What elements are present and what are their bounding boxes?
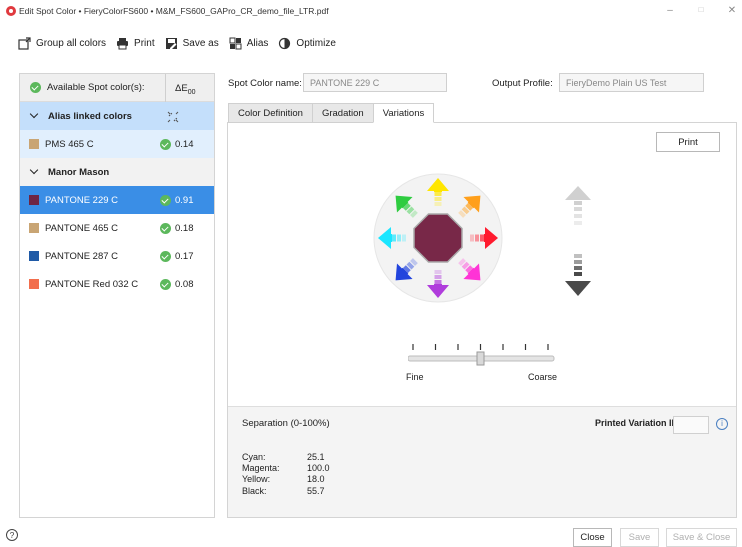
- help-icon[interactable]: ?: [6, 529, 18, 541]
- save-button[interactable]: Save: [620, 528, 659, 547]
- alias-icon: [229, 37, 242, 50]
- step-size-slider[interactable]: [408, 340, 558, 368]
- window-title: Edit Spot Color • FieryColorFS600 • M&M_…: [19, 6, 329, 16]
- lightness-arrows: [565, 186, 591, 296]
- separation-title: Separation (0-100%): [242, 418, 330, 429]
- tab-bar: Color Definition Gradation Variations: [228, 103, 435, 123]
- group-label: Alias linked colors: [48, 110, 132, 122]
- check-icon: [160, 250, 171, 262]
- color-swatch: [29, 279, 39, 289]
- check-icon: [160, 222, 171, 234]
- delta-e-value: 0.14: [160, 138, 194, 150]
- color-swatch: [29, 195, 39, 205]
- variations-wheel: [373, 173, 503, 303]
- list-item[interactable]: PANTONE 465 C 0.18: [20, 214, 214, 242]
- delta-e-value: 0.08: [160, 278, 194, 290]
- list-item[interactable]: PANTONE 287 C 0.17: [20, 242, 214, 270]
- printed-variation-id-label: Printed Variation ID:: [595, 418, 682, 428]
- optimize-label: Optimize: [296, 37, 336, 49]
- tab-color-definition[interactable]: Color Definition: [228, 103, 313, 123]
- color-name: PANTONE 229 C: [45, 194, 119, 206]
- cyan-label: Cyan:: [242, 452, 266, 462]
- save-close-button[interactable]: Save & Close: [666, 528, 737, 547]
- title-bar: Edit Spot Color • FieryColorFS600 • M&M_…: [0, 0, 742, 24]
- list-item[interactable]: PMS 465 C 0.14: [20, 130, 214, 158]
- unlink-icon[interactable]: [167, 111, 179, 126]
- color-swatch: [29, 223, 39, 233]
- print-toolbar-label: Print: [134, 37, 155, 49]
- delta-e-value: 0.91: [160, 194, 194, 206]
- printed-variation-id-input[interactable]: [673, 416, 709, 434]
- print-toolbar-button[interactable]: Print: [116, 37, 155, 50]
- color-name: PANTONE 465 C: [45, 222, 119, 234]
- output-profile-label: Output Profile:: [492, 78, 553, 89]
- cyan-value: 25.1: [307, 452, 325, 462]
- spot-color-name-label: Spot Color name:: [228, 78, 302, 89]
- list-item[interactable]: PANTONE Red 032 C 0.08: [20, 270, 214, 298]
- check-icon: [30, 82, 41, 93]
- chevron-down-icon: [30, 168, 38, 176]
- black-value: 55.7: [307, 486, 325, 496]
- info-icon[interactable]: i: [716, 418, 728, 430]
- chevron-down-icon: [30, 112, 38, 120]
- coarse-label: Coarse: [528, 372, 558, 382]
- optimize-icon: [278, 37, 291, 50]
- yellow-label: Yellow:: [242, 474, 271, 484]
- group-icon: [18, 36, 31, 50]
- color-swatch: [29, 139, 39, 149]
- printer-icon: [116, 37, 129, 50]
- check-icon: [160, 138, 171, 150]
- lighter-arrow[interactable]: [565, 186, 591, 225]
- close-window-button[interactable]: ✕: [724, 5, 740, 16]
- app-icon: [6, 6, 16, 16]
- spot-color-name-field[interactable]: PANTONE 229 C: [303, 73, 447, 92]
- alias-label: Alias: [246, 37, 269, 49]
- fine-label: Fine: [406, 372, 424, 382]
- darker-arrow[interactable]: [565, 254, 591, 296]
- magenta-label: Magenta:: [242, 463, 280, 473]
- tab-gradation[interactable]: Gradation: [311, 103, 374, 123]
- slider-thumb[interactable]: [476, 351, 485, 366]
- list-header: Available Spot color(s): ΔE00: [20, 74, 214, 102]
- group-alias-linked-colors[interactable]: Alias linked colors: [20, 102, 214, 130]
- group-all-colors-button[interactable]: Group all colors: [18, 36, 107, 50]
- magenta-value: 100.0: [307, 463, 330, 473]
- color-name: PANTONE 287 C: [45, 250, 119, 262]
- check-icon: [160, 194, 171, 206]
- group-all-colors-label: Group all colors: [36, 37, 107, 49]
- delta-e-header[interactable]: ΔE00: [175, 83, 195, 96]
- check-icon: [160, 278, 171, 290]
- close-button[interactable]: Close: [573, 528, 612, 547]
- available-spot-colors-label: Available Spot color(s):: [47, 82, 145, 93]
- color-name: PANTONE Red 032 C: [45, 278, 139, 290]
- group-label: Manor Mason: [48, 166, 110, 178]
- tab-variations[interactable]: Variations: [372, 103, 435, 123]
- optimize-button[interactable]: Optimize: [278, 37, 336, 50]
- slider-ticks: [412, 344, 549, 350]
- toolbar: Group all colors Print Save as Alias Opt…: [18, 32, 346, 54]
- delta-e-value: 0.17: [160, 250, 194, 262]
- save-as-button[interactable]: Save as: [165, 37, 219, 50]
- output-profile-field[interactable]: FieryDemo Plain US Test: [559, 73, 704, 92]
- maximize-button[interactable]: □: [693, 5, 709, 14]
- list-item[interactable]: PANTONE 229 C 0.91: [20, 186, 214, 214]
- color-name: PMS 465 C: [45, 138, 94, 150]
- header-divider: [165, 74, 166, 102]
- variations-print-button[interactable]: Print: [656, 132, 720, 152]
- group-manor-mason[interactable]: Manor Mason: [20, 158, 214, 186]
- black-label: Black:: [242, 486, 267, 496]
- alias-button[interactable]: Alias: [229, 37, 269, 50]
- save-as-label: Save as: [182, 37, 219, 49]
- save-as-icon: [165, 37, 178, 50]
- yellow-value: 18.0: [307, 474, 325, 484]
- minimize-button[interactable]: –: [662, 5, 678, 16]
- spot-color-list: Available Spot color(s): ΔE00 Alias link…: [19, 73, 215, 518]
- current-color-octagon[interactable]: [413, 213, 463, 263]
- delta-e-value: 0.18: [160, 222, 194, 234]
- color-swatch: [29, 251, 39, 261]
